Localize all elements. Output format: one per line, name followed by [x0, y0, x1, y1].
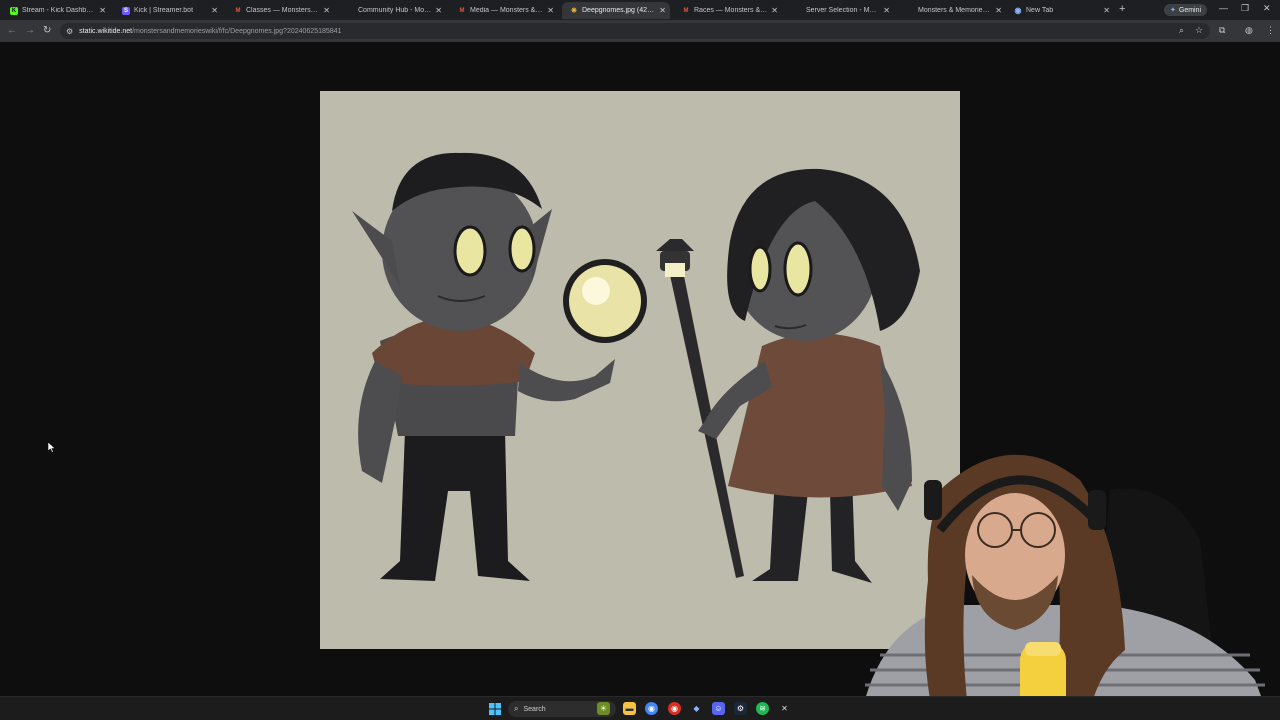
search-icon: ⌕	[514, 704, 519, 713]
close-icon[interactable]: ✕	[995, 6, 1002, 15]
file-explorer-icon[interactable]: ▬	[623, 702, 636, 715]
chrome-canary-icon[interactable]: ◉	[668, 702, 681, 715]
tab-server-selection[interactable]: Server Selection - Monsters ✕	[786, 2, 894, 19]
search-label: Search	[523, 705, 546, 713]
close-icon[interactable]: ✕	[323, 6, 330, 15]
gemini-button[interactable]: ✦ Gemini	[1164, 4, 1208, 16]
reload-icon[interactable]: ↻	[43, 25, 51, 36]
tab-community-hub[interactable]: Community Hub - Monsters ✕	[338, 2, 446, 19]
blank-icon	[906, 7, 914, 15]
forward-icon[interactable]: →	[25, 25, 35, 36]
tab-races[interactable]: M Races — Monsters & Memories ✕	[674, 2, 782, 19]
browser-toolbar: ← → ↻ ⚙ static.wikitide.net/monstersandm…	[0, 20, 1280, 42]
tab-title: Server Selection - Monsters	[806, 7, 880, 14]
profile-avatar-icon[interactable]: ◍	[1245, 25, 1253, 36]
close-icon[interactable]: ✕	[99, 6, 106, 15]
windows-taskbar: ⌕ Search ☀ ▬ ◉ ◉ ◆ ☺ ⚙ ≋ ✕	[0, 696, 1280, 720]
gemini-label: Gemini	[1178, 6, 1202, 14]
mm-icon: M	[459, 7, 465, 14]
tab-kick-dashboard[interactable]: K Stream - Kick Dashboard ✕	[2, 2, 110, 19]
bookmark-star-icon[interactable]: ☆	[1195, 25, 1203, 36]
close-window-icon[interactable]: ✕	[1263, 3, 1271, 14]
tab-title: Stream - Kick Dashboard	[22, 7, 96, 14]
address-bar[interactable]: ⚙ static.wikitide.net/monstersandmemorie…	[60, 23, 1210, 39]
close-icon[interactable]: ✕	[547, 6, 554, 15]
tab-title: Classes — Monsters & Memories	[246, 7, 319, 14]
mouse-cursor-icon	[48, 442, 56, 453]
minimize-icon[interactable]: —	[1219, 3, 1228, 13]
app-diamond-icon[interactable]: ◆	[690, 702, 703, 715]
close-icon[interactable]: ✕	[211, 6, 218, 15]
discord-icon[interactable]: ☺	[712, 702, 725, 715]
close-icon[interactable]: ✕	[771, 6, 778, 15]
tab-title: Monsters & Memories - Mo	[918, 7, 991, 14]
steam-icon[interactable]: ⚙	[734, 702, 747, 715]
tab-title: New Tab	[1026, 7, 1054, 14]
tab-title: Kick | Streamer.bot	[134, 7, 194, 14]
tab-new-tab[interactable]: ◉ New Tab ✕	[1006, 2, 1114, 19]
site-info-icon[interactable]: ⚙	[66, 27, 73, 36]
tab-strip: K Stream - Kick Dashboard ✕ S Kick | Str…	[0, 0, 1280, 20]
new-tab-button[interactable]: +	[1119, 3, 1125, 15]
chrome-app-icon[interactable]: ◉	[645, 702, 658, 715]
zoom-icon[interactable]: ⌕	[1179, 25, 1184, 36]
kick-icon: K	[10, 6, 18, 15]
extensions-icon[interactable]: ⧉	[1219, 25, 1225, 36]
url-host: static.wikitide.net	[79, 27, 133, 35]
app-x-icon[interactable]: ✕	[778, 702, 791, 715]
close-icon[interactable]: ✕	[659, 6, 666, 15]
tab-classes[interactable]: M Classes — Monsters & Memories ✕	[226, 2, 334, 19]
tab-deepgnomes[interactable]: ✷ Deepgnomes.jpg (427×372) ✕	[562, 2, 670, 19]
url-path: /monstersandmemorieswiki/f/fc/Deepgnomes…	[132, 27, 342, 35]
close-icon[interactable]: ✕	[883, 6, 890, 15]
mm-icon: M	[683, 7, 689, 14]
sparkle-icon: ✦	[1170, 7, 1176, 14]
deepgnome-male	[352, 152, 615, 581]
tab-title: Community Hub - Monsters	[358, 7, 432, 14]
tab-title: Media — Monsters & Memories	[470, 7, 544, 14]
blank-icon	[346, 7, 354, 15]
back-icon[interactable]: ←	[7, 25, 17, 36]
menu-icon[interactable]: ⋮	[1266, 25, 1275, 36]
tab-title: Races — Monsters & Memories	[694, 7, 767, 14]
spotify-icon[interactable]: ≋	[756, 702, 769, 715]
webcam-overlay	[840, 420, 1280, 720]
tab-title: Deepgnomes.jpg (427×372)	[582, 7, 655, 14]
mm-icon: M	[235, 7, 241, 14]
widget-icon[interactable]: ☀	[597, 702, 610, 715]
close-icon[interactable]: ✕	[1103, 6, 1110, 15]
restore-icon[interactable]: ❐	[1241, 3, 1249, 14]
tab-media[interactable]: M Media — Monsters & Memories ✕	[450, 2, 558, 19]
streamerbot-icon: S	[122, 6, 130, 15]
blank-icon	[794, 7, 802, 15]
close-icon[interactable]: ✕	[435, 6, 442, 15]
windows-start-icon[interactable]	[489, 703, 501, 715]
chrome-icon: ◉	[1014, 6, 1022, 15]
tab-monsters-memories[interactable]: Monsters & Memories - Mo ✕	[898, 2, 1006, 19]
gear-icon: ✷	[570, 6, 578, 15]
glowing-orb	[563, 259, 647, 343]
tab-streamerbot[interactable]: S Kick | Streamer.bot ✕	[114, 2, 222, 19]
